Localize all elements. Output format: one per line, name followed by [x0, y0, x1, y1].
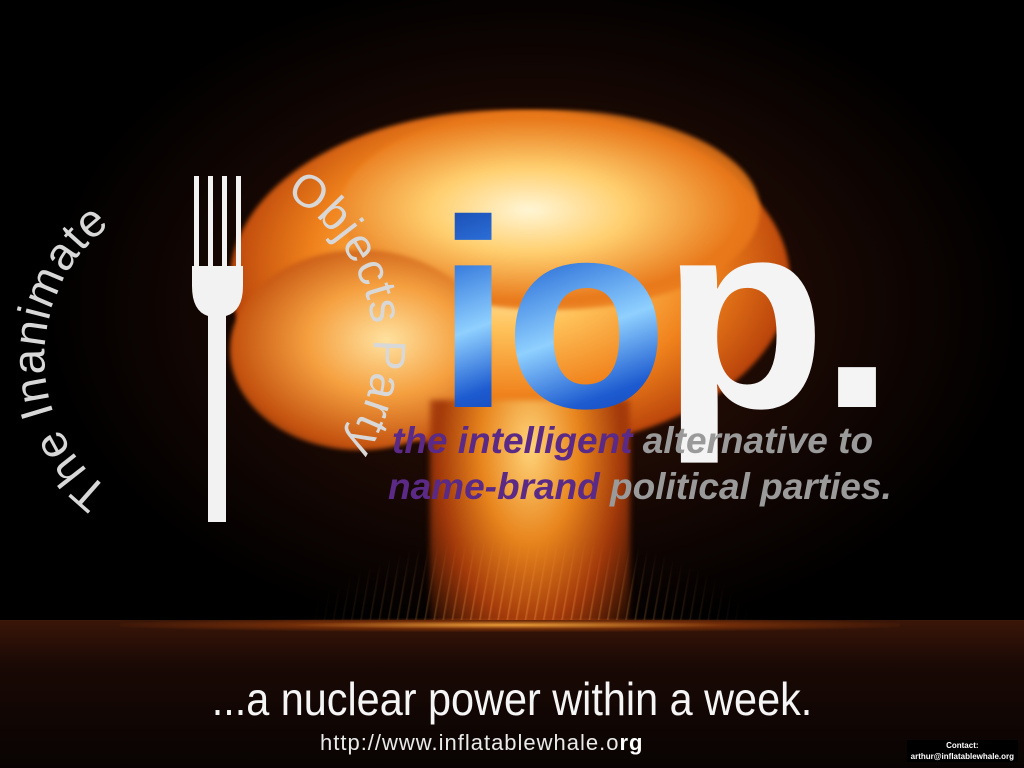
- fork-icon: [188, 176, 254, 522]
- contact-label: Contact:: [946, 741, 979, 750]
- tagline-rest-1: alternative to: [632, 420, 874, 461]
- tagline-rest-2: political parties.: [599, 466, 892, 507]
- website-link[interactable]: http://www.inflatablewhale.org: [320, 730, 644, 756]
- contact-info: Contact: arthur@inflatablewhale.org: [906, 740, 1018, 762]
- party-name-part1: The Inanimate: [2, 193, 117, 523]
- tagline: the intelligent alternative to name-bran…: [388, 418, 892, 510]
- slogan: ...a nuclear power within a week.: [211, 673, 813, 725]
- tagline-highlight-1: the intelligent: [392, 420, 633, 461]
- contact-email[interactable]: arthur@inflatablewhale.org: [911, 751, 1014, 762]
- website-url: http://www.inflatablewhale.o: [320, 730, 620, 755]
- horizon-glow: [120, 618, 900, 632]
- website-url-tail: rg: [619, 730, 644, 755]
- tagline-highlight-2: name-brand: [388, 466, 600, 507]
- poster: The Inanimate Objects Party iop. the int…: [0, 0, 1024, 768]
- iop-logo: iop.: [436, 180, 894, 448]
